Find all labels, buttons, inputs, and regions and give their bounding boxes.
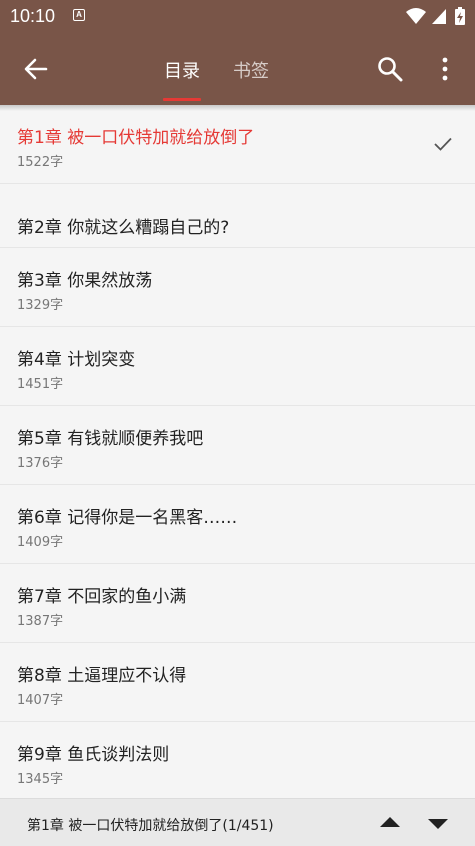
chapter-title: 第5章 有钱就顺便养我吧 <box>17 429 204 449</box>
chapter-row[interactable]: 第1章 被一口伏特加就给放倒了 1522字 <box>0 105 475 184</box>
chapter-word-count: 1522字 <box>17 155 64 170</box>
chapter-title: 第7章 不回家的鱼小满 <box>17 587 187 607</box>
chapter-word-count: 1345字 <box>17 772 64 787</box>
chapter-title: 第8章 土逼理应不认得 <box>17 666 187 686</box>
chapter-word-count: 1387字 <box>17 614 64 629</box>
chapter-title: 第3章 你果然放荡 <box>17 271 153 291</box>
chapter-word-count: 1451字 <box>17 377 64 392</box>
chapter-list: 第1章 被一口伏特加就给放倒了 1522字 第2章 你就这么糟蹋自己的? 第3章… <box>0 105 475 801</box>
app-bar: 目录 书签 <box>0 33 475 105</box>
chapter-word-count: 1407字 <box>17 693 64 708</box>
chapter-row[interactable]: 第9章 鱼氏谈判法则 1345字 <box>0 722 475 801</box>
app-bar-shadow <box>0 105 475 111</box>
chapter-word-count: 1329字 <box>17 298 64 313</box>
chapter-title: 第1章 被一口伏特加就给放倒了 <box>17 128 255 148</box>
wifi-icon <box>406 8 426 24</box>
back-arrow-icon[interactable] <box>22 55 50 83</box>
chapter-word-count: 1409字 <box>17 535 64 550</box>
search-icon[interactable] <box>376 55 404 83</box>
notification-icon: A <box>73 9 85 21</box>
bottom-bar: 第1章 被一口伏特加就给放倒了(1/451) <box>0 798 475 846</box>
chapter-row[interactable]: 第7章 不回家的鱼小满 1387字 <box>0 564 475 643</box>
scroll-down-icon[interactable] <box>426 813 450 833</box>
chapter-row[interactable]: 第5章 有钱就顺便养我吧 1376字 <box>0 406 475 485</box>
tab-indicator <box>163 98 201 101</box>
chapter-title: 第6章 记得你是一名黑客…… <box>17 508 238 528</box>
status-time: 10:10 <box>10 6 56 26</box>
tab-bookmarks[interactable]: 书签 <box>233 57 269 83</box>
chapter-title: 第9章 鱼氏谈判法则 <box>17 745 170 765</box>
chapter-row[interactable]: 第8章 土逼理应不认得 1407字 <box>0 643 475 722</box>
current-chapter-label: 第1章 被一口伏特加就给放倒了(1/451) <box>27 818 274 834</box>
check-icon <box>434 137 452 151</box>
status-bar: 10:10 A <box>0 0 475 33</box>
chapter-title: 第4章 计划突变 <box>17 350 136 370</box>
chapter-row[interactable]: 第6章 记得你是一名黑客…… 1409字 <box>0 485 475 564</box>
more-options-icon[interactable] <box>438 55 452 83</box>
chapter-row[interactable]: 第3章 你果然放荡 1329字 <box>0 248 475 327</box>
battery-icon <box>455 7 465 25</box>
chapter-row[interactable]: 第2章 你就这么糟蹋自己的? <box>0 184 475 248</box>
chapter-row[interactable]: 第4章 计划突变 1451字 <box>0 327 475 406</box>
chapter-word-count: 1376字 <box>17 456 64 471</box>
scroll-up-icon[interactable] <box>378 813 402 833</box>
signal-icon <box>432 9 446 24</box>
tab-contents[interactable]: 目录 <box>164 57 200 83</box>
chapter-title: 第2章 你就这么糟蹋自己的? <box>17 218 230 238</box>
